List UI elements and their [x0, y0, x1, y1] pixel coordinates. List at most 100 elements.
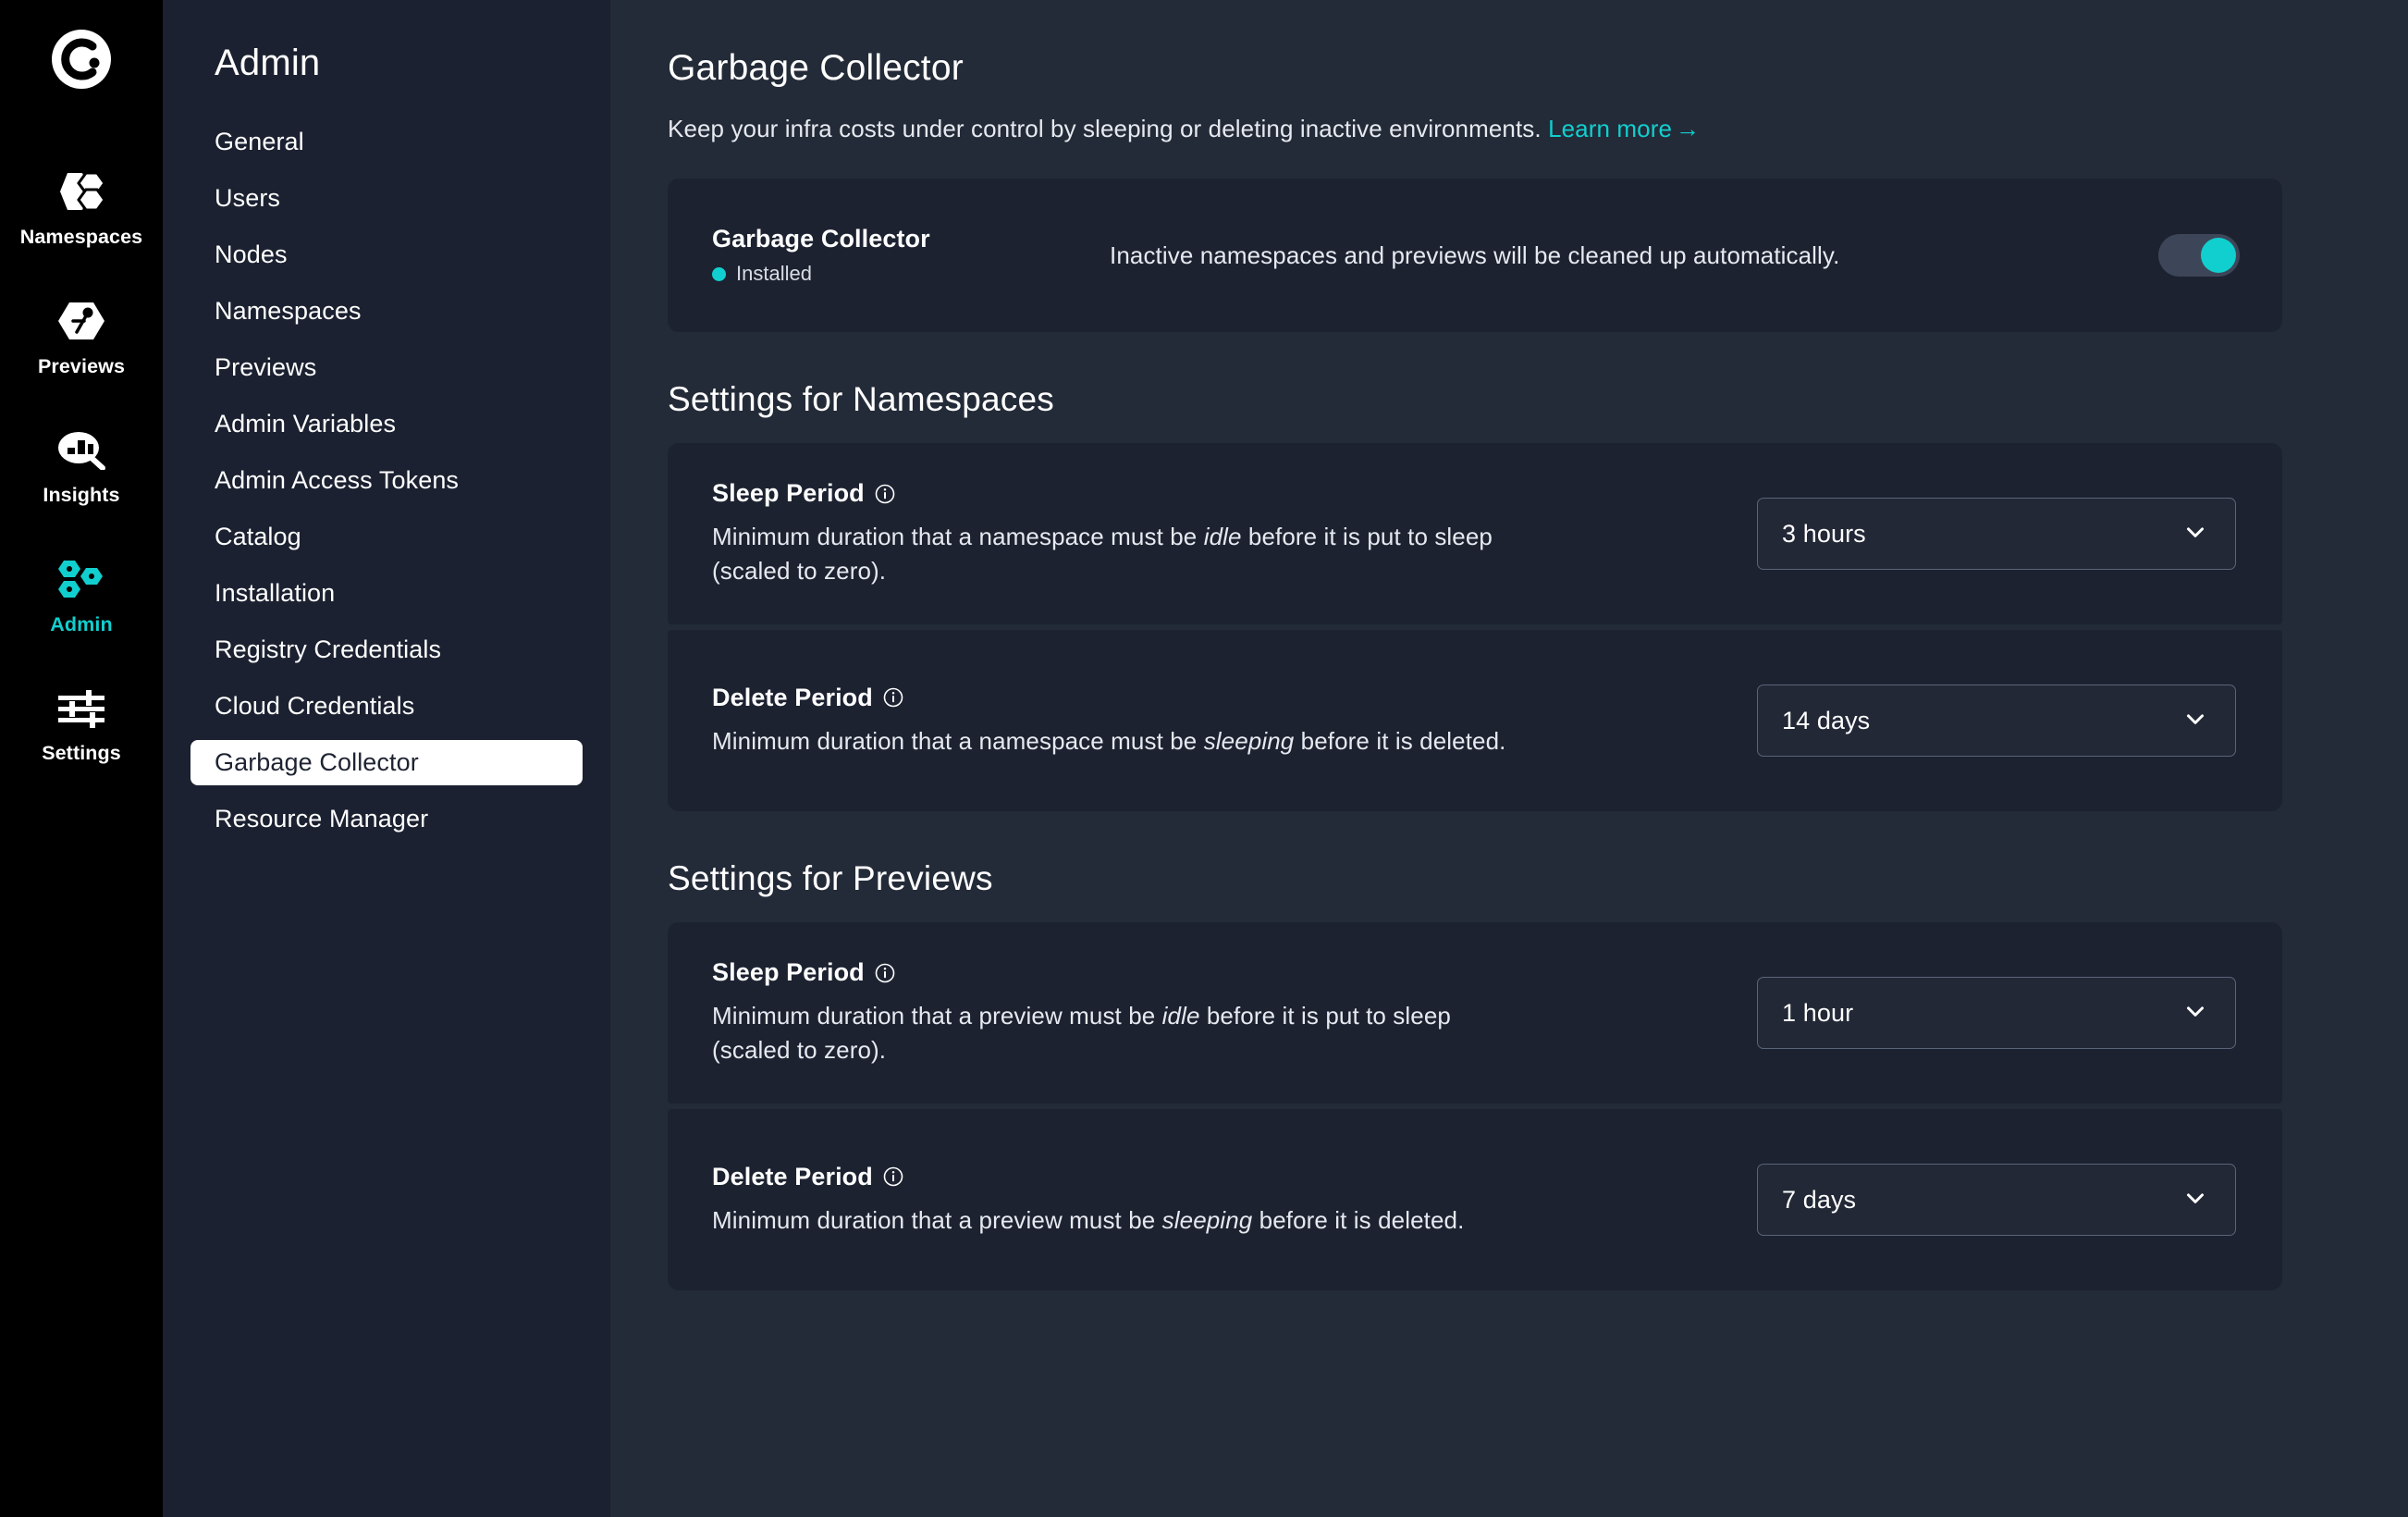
previews-settings-section: Settings for Previews Sleep Period Minim… [668, 859, 2282, 1290]
setting-text: Sleep Period Minimum duration that a nam… [712, 479, 1757, 588]
insights-icon [55, 423, 108, 476]
setting-label: Delete Period [712, 1163, 1720, 1191]
admin-icon [55, 552, 108, 606]
sidebar-item-registry-credentials[interactable]: Registry Credentials [190, 627, 583, 672]
sidebar-item-users[interactable]: Users [190, 176, 583, 221]
setting-description: Minimum duration that a preview must be … [712, 999, 1526, 1067]
sidebar-item-cloud-credentials[interactable]: Cloud Credentials [190, 684, 583, 729]
select-value: 7 days [1782, 1185, 1857, 1214]
setting-description-pre: Minimum duration that a preview must be [712, 1205, 1162, 1234]
sidebar-item-admin-access-tokens[interactable]: Admin Access Tokens [190, 458, 583, 503]
sidebar-item-resource-manager[interactable]: Resource Manager [190, 796, 583, 842]
info-icon[interactable] [882, 686, 904, 709]
rail-item-admin[interactable]: Admin [0, 552, 163, 635]
app-root: Namespaces Previews Insights Admin Setti… [0, 0, 2408, 1517]
namespaces-section-title: Settings for Namespaces [668, 380, 1054, 418]
rail-label-previews: Previews [37, 354, 126, 377]
learn-more-label: Learn more [1548, 115, 1673, 142]
previews-icon [55, 294, 108, 348]
status-card-description: Inactive namespaces and previews will be… [1110, 240, 1840, 269]
select-value: 14 days [1782, 706, 1871, 734]
sidebar-title: Admin [215, 43, 321, 83]
previews-delete-period-select[interactable]: 7 days [1757, 1164, 2236, 1236]
setting-description: Minimum duration that a preview must be … [712, 1203, 1526, 1238]
admin-sidebar: Admin General Users Nodes Namespaces Pre… [163, 0, 610, 1517]
setting-label: Delete Period [712, 684, 1720, 712]
rail-label-admin: Admin [50, 612, 113, 635]
chevron-down-icon [2181, 1184, 2209, 1216]
sidebar-item-admin-variables[interactable]: Admin Variables [190, 401, 583, 447]
primary-nav-rail: Namespaces Previews Insights Admin Setti… [0, 0, 163, 1517]
setting-description-pre: Minimum duration that a preview must be [712, 1002, 1162, 1030]
page-title: Garbage Collector [668, 48, 964, 88]
sidebar-item-nodes[interactable]: Nodes [190, 232, 583, 278]
sidebar-item-namespaces[interactable]: Namespaces [190, 289, 583, 334]
select-value: 3 hours [1782, 519, 1866, 548]
page-subtitle: Keep your infra costs under control by s… [668, 115, 2282, 143]
setting-description-pre: Minimum duration that a namespace must b… [712, 726, 1204, 755]
previews-delete-period-row: Delete Period Minimum duration that a pr… [668, 1109, 2282, 1290]
page-subtitle-text: Keep your infra costs under control by s… [668, 115, 1542, 142]
setting-text: Sleep Period Minimum duration that a pre… [712, 958, 1757, 1067]
setting-description-emph: sleeping [1203, 726, 1295, 755]
setting-label-text: Sleep Period [712, 479, 865, 508]
sidebar-item-list: General Users Nodes Namespaces Previews … [163, 119, 610, 842]
rail-label-insights: Insights [43, 484, 120, 506]
main-content: Garbage Collector Keep your infra costs … [610, 0, 2408, 1517]
sidebar-item-general[interactable]: General [190, 119, 583, 165]
rail-label-settings: Settings [42, 742, 121, 764]
rail-item-insights[interactable]: Insights [0, 423, 163, 506]
arrow-right-icon: → [1676, 115, 1701, 142]
setting-description-post: before it is deleted. [1294, 726, 1506, 755]
select-value: 1 hour [1782, 998, 1854, 1027]
setting-description-emph: sleeping [1161, 1205, 1253, 1234]
toggle-knob [2201, 238, 2236, 273]
previews-sleep-period-select[interactable]: 1 hour [1757, 977, 2236, 1049]
setting-description: Minimum duration that a namespace must b… [712, 520, 1526, 588]
setting-label: Sleep Period [712, 958, 1720, 987]
namespaces-delete-period-row: Delete Period Minimum duration that a na… [668, 630, 2282, 811]
rail-label-namespaces: Namespaces [19, 226, 143, 248]
setting-label-text: Sleep Period [712, 958, 865, 987]
garbage-collector-status-card: Garbage Collector Installed Inactive nam… [668, 179, 2282, 332]
sidebar-item-garbage-collector[interactable]: Garbage Collector [190, 740, 583, 785]
sidebar-item-previews[interactable]: Previews [190, 345, 583, 390]
status-dot-icon [712, 266, 726, 281]
info-icon[interactable] [882, 1166, 904, 1188]
learn-more-link[interactable]: Learn more → [1548, 115, 1700, 142]
setting-text: Delete Period Minimum duration that a na… [712, 684, 1757, 758]
coder-logo-icon[interactable] [48, 26, 115, 92]
chevron-down-icon [2181, 705, 2209, 737]
info-icon[interactable] [874, 483, 896, 505]
previews-section-title: Settings for Previews [668, 859, 993, 897]
setting-description: Minimum duration that a namespace must b… [712, 724, 1526, 758]
settings-icon [55, 681, 108, 734]
previews-sleep-period-row: Sleep Period Minimum duration that a pre… [668, 922, 2282, 1104]
setting-label-text: Delete Period [712, 1162, 873, 1190]
status-card-identity: Garbage Collector Installed [712, 225, 1110, 286]
setting-label: Sleep Period [712, 479, 1720, 508]
setting-description-pre: Minimum duration that a namespace must b… [712, 523, 1204, 551]
garbage-collector-toggle[interactable] [2158, 234, 2240, 277]
setting-description-emph: idle [1203, 523, 1242, 551]
namespaces-delete-period-select[interactable]: 14 days [1757, 684, 2236, 757]
setting-description-post: before it is deleted. [1252, 1205, 1465, 1234]
namespaces-icon [55, 165, 108, 218]
status-card-title: Garbage Collector [712, 225, 930, 253]
setting-label-text: Delete Period [712, 683, 873, 711]
rail-item-namespaces[interactable]: Namespaces [0, 165, 163, 248]
chevron-down-icon [2181, 518, 2209, 550]
sidebar-item-installation[interactable]: Installation [190, 571, 583, 616]
status-badge-label: Installed [736, 262, 812, 285]
status-badge: Installed [712, 262, 1110, 286]
rail-item-previews[interactable]: Previews [0, 294, 163, 377]
sidebar-item-catalog[interactable]: Catalog [190, 514, 583, 560]
rail-item-settings[interactable]: Settings [0, 681, 163, 764]
setting-description-emph: idle [1161, 1002, 1200, 1030]
namespaces-sleep-period-row: Sleep Period Minimum duration that a nam… [668, 443, 2282, 624]
namespaces-settings-section: Settings for Namespaces Sleep Period Min… [668, 380, 2282, 811]
namespaces-sleep-period-select[interactable]: 3 hours [1757, 498, 2236, 570]
info-icon[interactable] [874, 962, 896, 984]
chevron-down-icon [2181, 997, 2209, 1030]
setting-text: Delete Period Minimum duration that a pr… [712, 1163, 1757, 1238]
